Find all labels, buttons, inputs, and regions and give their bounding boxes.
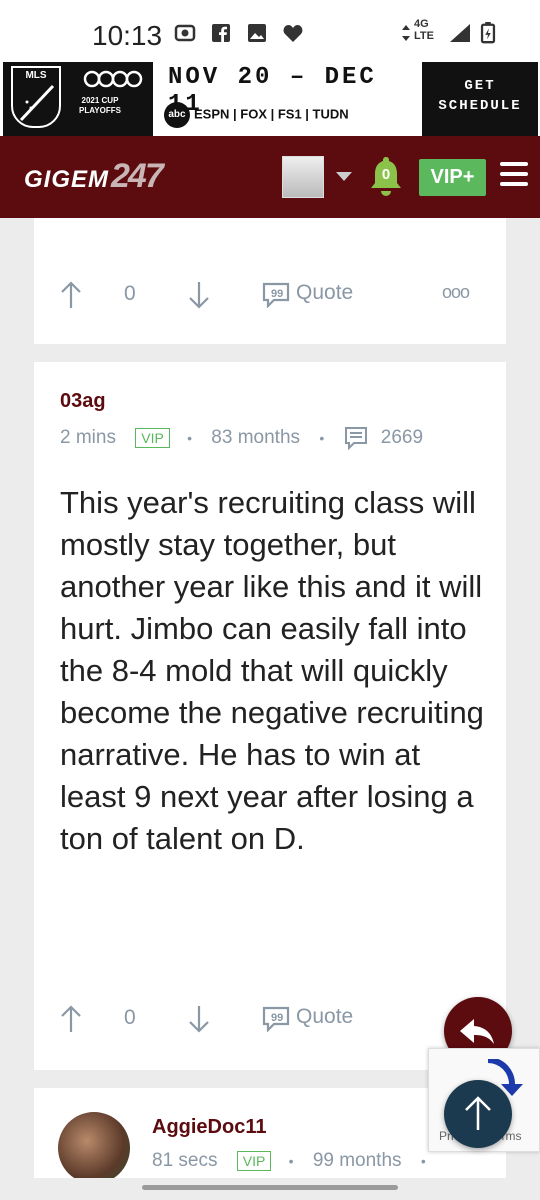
- upvote-icon[interactable]: [60, 1004, 82, 1034]
- gesture-nav-bar[interactable]: [142, 1185, 398, 1190]
- radio-icon: [174, 24, 196, 42]
- user-avatar[interactable]: [282, 156, 324, 198]
- ad-mls-panel: MLS 2021 CUP PLAYOFFS: [3, 62, 153, 136]
- post-count: 2669: [380, 427, 424, 448]
- avatar[interactable]: [58, 1112, 130, 1178]
- post-username[interactable]: AggieDoc11: [152, 1116, 266, 1139]
- svg-text:99: 99: [271, 288, 283, 300]
- post-body: This year's recruiting class will mostly…: [60, 485, 484, 856]
- post-meta: 2 mins VIP • 83 months • 2669: [60, 427, 424, 451]
- quote-button[interactable]: Quote: [296, 281, 353, 305]
- vip-badge: VIP: [135, 428, 170, 448]
- vip-badge: VIP: [236, 1151, 272, 1171]
- heart-icon: [283, 25, 303, 42]
- post-time: 2 mins: [60, 427, 116, 448]
- post-username[interactable]: 03ag: [60, 390, 106, 413]
- post-meta: 81 secs VIP • 99 months •: [152, 1150, 426, 1171]
- post-card: 0 99 Quote ooo: [34, 218, 506, 344]
- downvote-icon[interactable]: [188, 1004, 210, 1034]
- quote-button[interactable]: Quote: [296, 1005, 353, 1029]
- downvote-icon[interactable]: [188, 280, 210, 310]
- audi-rings-icon: [83, 70, 143, 88]
- cup-playoffs-label: 2021 CUP PLAYOFFS: [79, 96, 121, 115]
- upvote-count: 0: [124, 1006, 136, 1029]
- ad-networks: abc ESPN | FOX | FS1 | TUDN: [164, 102, 349, 128]
- network-label: 4G LTE: [414, 18, 434, 42]
- ad-banner[interactable]: MLS 2021 CUP PLAYOFFS NOV 20 – DEC 11 ab…: [0, 62, 540, 136]
- battery-icon: [480, 22, 496, 44]
- site-logo[interactable]: GIGEM247: [24, 156, 164, 196]
- svg-text:99: 99: [271, 1012, 283, 1024]
- data-arrows-icon: [402, 25, 410, 41]
- quote-icon[interactable]: 99: [262, 1006, 290, 1032]
- member-tenure: 83 months: [211, 427, 301, 448]
- post-time: 81 secs: [152, 1150, 218, 1171]
- member-tenure: 99 months: [312, 1150, 402, 1171]
- arrow-up-icon: [465, 1096, 491, 1130]
- menu-icon[interactable]: [500, 162, 528, 190]
- mls-logo: MLS: [11, 66, 61, 128]
- signal-icon: [450, 24, 470, 42]
- post-actions: 0 99 Quote: [34, 1000, 506, 1040]
- more-options-icon[interactable]: ooo: [442, 282, 470, 303]
- get-schedule-button[interactable]: GET SCHEDULE: [422, 62, 538, 136]
- notification-count: 0: [381, 166, 391, 183]
- post-card: 03ag 2 mins VIP • 83 months • 2669 This …: [34, 362, 506, 1070]
- upvote-icon[interactable]: [60, 280, 82, 310]
- facebook-icon: [212, 24, 230, 42]
- abc-logo: abc: [164, 102, 190, 128]
- quote-icon[interactable]: 99: [262, 282, 290, 308]
- status-bar: 10:13 4G LTE: [0, 0, 540, 62]
- post-count-icon: [344, 427, 367, 451]
- post-actions: 0 99 Quote ooo: [34, 276, 506, 316]
- upvote-count: 0: [124, 282, 136, 305]
- vip-plus-button[interactable]: VIP+: [419, 159, 486, 196]
- chevron-down-icon[interactable]: [336, 172, 352, 181]
- image-icon: [248, 24, 266, 42]
- scroll-to-top-button[interactable]: [444, 1080, 512, 1148]
- ad-schedule-info: NOV 20 – DEC 11 abcESPN | FOX | FS1 | TU…: [156, 62, 420, 136]
- status-time: 10:13: [92, 20, 163, 51]
